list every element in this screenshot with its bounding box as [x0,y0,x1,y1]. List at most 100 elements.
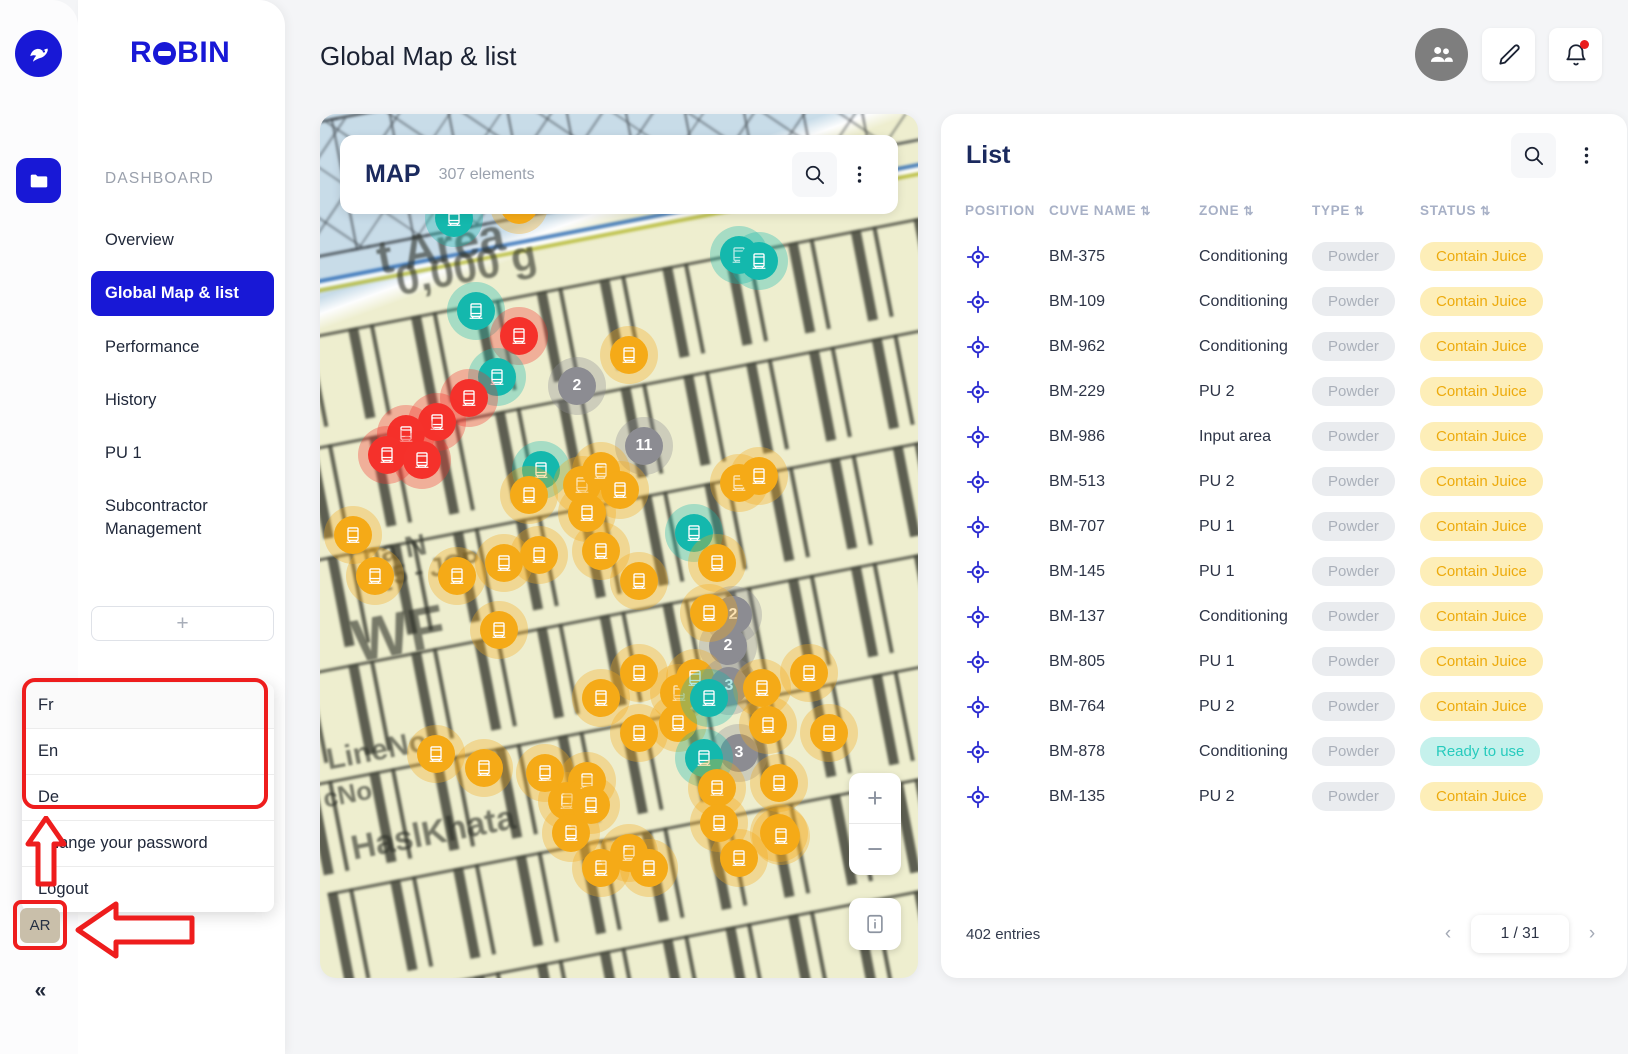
map-zoom-in-button[interactable]: + [849,773,901,824]
map-cuve-marker[interactable] [447,282,505,340]
status-badge: Contain Juice [1420,782,1543,811]
map-cuve-marker[interactable] [510,526,568,584]
map-cuve-marker[interactable] [750,754,808,812]
map-cuve-marker[interactable] [680,669,738,727]
column-header-position[interactable]: POSITION [941,197,1049,234]
sidebar-item-overview[interactable]: Overview [91,218,274,262]
crosshair-target-icon[interactable] [941,279,1049,324]
sort-icon-type[interactable]: ⇅ [1354,204,1365,218]
map-info-button[interactable] [849,898,901,950]
column-header-type[interactable]: TYPE ⇅ [1312,197,1420,234]
cell-cuve-name: BM-137 [1049,607,1106,625]
crosshair-target-icon[interactable] [941,774,1049,819]
map-cuve-marker[interactable] [680,584,738,642]
add-dashboard-button[interactable]: + [91,606,274,641]
map-cuve-marker[interactable] [780,644,838,702]
map-more-vertical-icon[interactable] [837,152,882,197]
table-row[interactable]: BM-229 PU 2 Powder Contain Juice [941,369,1627,414]
users-group-icon[interactable] [1415,28,1468,81]
table-row[interactable]: BM-375 Conditioning Powder Contain Juice [941,234,1627,279]
map-cluster-marker[interactable]: 11 [615,417,673,475]
map-cuve-marker[interactable] [739,696,797,754]
status-badge: Contain Juice [1420,512,1543,541]
map-cuve-marker[interactable] [346,547,404,605]
avatar[interactable]: AR [20,908,60,943]
cell-cuve-name: BM-878 [1049,742,1106,760]
table-row[interactable]: BM-764 PU 2 Powder Contain Juice [941,684,1627,729]
crosshair-target-icon[interactable] [941,549,1049,594]
list-more-vertical-icon[interactable] [1564,133,1609,178]
table-row[interactable]: BM-962 Conditioning Powder Contain Juice [941,324,1627,369]
map-cuve-marker[interactable] [730,232,788,290]
table-row[interactable]: BM-513 PU 2 Powder Contain Juice [941,459,1627,504]
table-row[interactable]: BM-137 Conditioning Powder Contain Juice [941,594,1627,639]
sidebar-item-performance[interactable]: Performance [91,325,274,369]
table-row[interactable]: BM-109 Conditioning Powder Contain Juice [941,279,1627,324]
crosshair-target-icon[interactable] [941,729,1049,774]
table-row[interactable]: BM-878 Conditioning Powder Ready to use [941,729,1627,774]
sidebar-item-subcontractor-management[interactable]: Subcontractor Management [91,484,211,551]
map-cuve-marker[interactable] [600,326,658,384]
map-cuve-marker[interactable] [572,669,630,727]
crosshair-target-icon[interactable] [941,414,1049,459]
crosshair-target-icon[interactable] [941,594,1049,639]
pagination-prev-button[interactable]: ‹ [1433,919,1463,949]
menu-item-lang-fr[interactable]: Fr [22,683,274,728]
cell-cuve-name: BM-375 [1049,247,1106,265]
notifications-button[interactable] [1549,28,1602,81]
sidebar-collapse-button[interactable]: « [22,978,56,1004]
pagination-next-button[interactable]: › [1577,919,1607,949]
column-label-type: TYPE [1312,203,1351,218]
table-row[interactable]: BM-145 PU 1 Powder Contain Juice [941,549,1627,594]
brand-o-icon [153,41,177,65]
crosshair-target-icon[interactable] [941,324,1049,369]
crosshair-target-icon[interactable] [941,459,1049,504]
rail-folder-button[interactable] [16,158,61,203]
robin-bird-logo-icon[interactable] [15,30,62,77]
menu-item-lang-en[interactable]: En [22,729,274,774]
cell-type: Powder [1312,369,1420,414]
sidebar-item-pu1[interactable]: PU 1 [91,431,274,475]
map-cuve-marker[interactable] [620,839,678,897]
menu-item-lang-de[interactable]: De [22,775,274,820]
table-row[interactable]: BM-707 PU 1 Powder Contain Juice [941,504,1627,549]
column-header-status[interactable]: STATUS ⇅ [1420,197,1627,234]
map-cuve-marker[interactable] [500,466,558,524]
map-zoom-out-button[interactable]: − [849,824,901,875]
map-cluster-marker[interactable]: 2 [548,357,606,415]
edit-button[interactable] [1482,28,1535,81]
crosshair-target-icon[interactable] [941,369,1049,414]
map-cuve-marker[interactable] [455,739,513,797]
table-row[interactable]: BM-986 Input area Powder Contain Juice [941,414,1627,459]
cell-status: Contain Juice [1420,279,1627,324]
crosshair-target-icon[interactable] [941,504,1049,549]
column-header-cuve-name[interactable]: CUVE NAME ⇅ [1049,197,1199,234]
map-canvas[interactable]: t Area 0,000 g WF na N Q5 - JCP LineNo cNo Hasl… [320,114,918,978]
map-cuve-marker[interactable] [688,534,746,592]
sidebar-item-global-map-list[interactable]: Global Map & list [91,271,274,316]
map-cuve-marker[interactable] [428,547,486,605]
crosshair-target-icon[interactable] [941,639,1049,684]
map-cuve-marker[interactable] [470,601,528,659]
pagination-page-indicator[interactable]: 1 / 31 [1471,915,1569,953]
map-search-icon[interactable] [792,152,837,197]
crosshair-target-icon[interactable] [941,234,1049,279]
sort-icon-cuve-name[interactable]: ⇅ [1140,204,1151,218]
cell-zone: PU 1 [1199,517,1235,535]
crosshair-target-icon[interactable] [941,684,1049,729]
map-cuve-marker[interactable] [710,829,768,887]
table-row[interactable]: BM-805 PU 1 Powder Contain Juice [941,639,1627,684]
list-search-icon[interactable] [1511,133,1556,178]
map-cuve-marker[interactable] [562,776,620,834]
map-cuve-marker[interactable] [393,431,451,489]
map-cuve-marker[interactable] [752,807,810,865]
map-cuve-marker[interactable] [800,704,858,762]
sidebar-item-history[interactable]: History [91,378,274,422]
column-header-zone[interactable]: ZONE ⇅ [1199,197,1312,234]
map-cuve-marker[interactable] [730,447,788,505]
sort-icon-status[interactable]: ⇅ [1480,204,1491,218]
sort-icon-zone[interactable]: ⇅ [1243,204,1254,218]
map-cuve-marker[interactable] [407,725,465,783]
table-row[interactable]: BM-135 PU 2 Powder Contain Juice [941,774,1627,819]
map-cuve-marker[interactable] [610,552,668,610]
